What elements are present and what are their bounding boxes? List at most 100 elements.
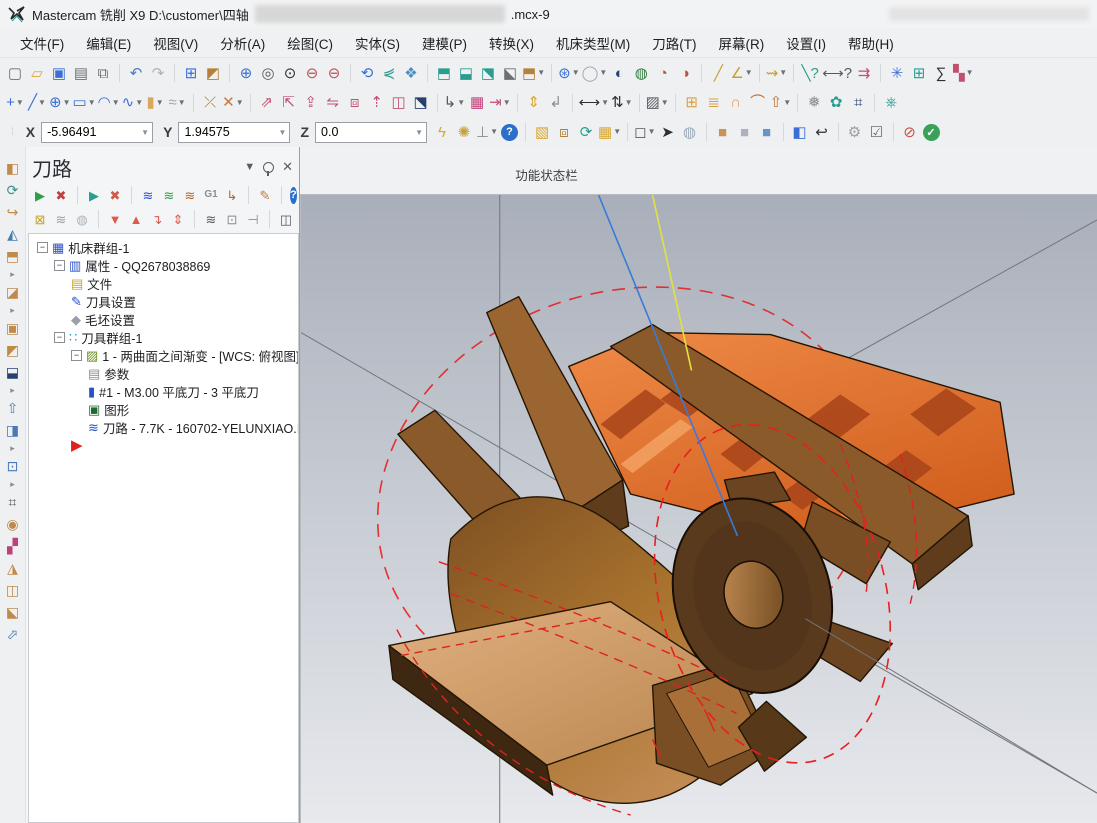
leader-icon[interactable]: ↲	[546, 92, 566, 114]
tree-machine-group[interactable]: −▦机床群组-1	[33, 238, 298, 256]
shade-on-icon[interactable]: ◍	[631, 62, 651, 84]
verify-select-icon[interactable]: ☑	[867, 121, 887, 143]
create-fillet-icon[interactable]: ◠▼	[98, 92, 120, 114]
select-solids-icon[interactable]: ◍	[680, 121, 700, 143]
flip-select-icon[interactable]: ◧	[790, 121, 810, 143]
create-point-icon[interactable]: +▼	[5, 92, 25, 114]
select-rotate-icon[interactable]: ⟳	[576, 121, 596, 143]
menu-item-3[interactable]: 视图(V)	[143, 30, 208, 56]
export-cube-icon[interactable]: ⬀	[7, 625, 19, 643]
shade-translucent-icon[interactable]: ◑	[675, 62, 695, 84]
xform-dynamic-icon[interactable]: ⇡	[367, 92, 387, 114]
analyze-dynamic-icon[interactable]: ⇝▼	[766, 62, 788, 84]
trim-icon[interactable]: ⤫	[200, 92, 220, 114]
pan-icon[interactable]: ❖	[401, 62, 421, 84]
tree-properties[interactable]: −▥属性 - QQ2678038869	[33, 256, 298, 274]
undo-icon[interactable]: ↶	[126, 62, 146, 84]
dropdown-arrow-icon[interactable]: ▼	[783, 99, 791, 107]
solid-back-icon[interactable]: ■	[757, 121, 777, 143]
flip-arrow-icon[interactable]: ↪	[7, 203, 19, 221]
surface-swept-icon[interactable]: ⌒	[748, 92, 768, 114]
zoom-target-icon[interactable]: ⊙	[280, 62, 300, 84]
more-arrow-icon[interactable]: ▸	[10, 305, 15, 315]
xform-copy-icon[interactable]: ⇱	[279, 92, 299, 114]
prev-select-icon[interactable]: ↩	[812, 121, 832, 143]
regen-dirty-icon[interactable]: ✖	[106, 185, 124, 205]
stock-cube-icon[interactable]: ◩	[6, 341, 19, 359]
panel-close-icon[interactable]: ✕	[282, 159, 293, 175]
dropdown-arrow-icon[interactable]: ▼	[648, 128, 656, 136]
machine-sim-icon[interactable]: ❅	[804, 92, 824, 114]
analyze-angle-icon[interactable]: ∠▼	[730, 62, 752, 84]
backplot-icon[interactable]: ≋	[139, 185, 157, 205]
solid-extrude-icon[interactable]: ⇧▼	[770, 92, 792, 114]
tree-expander-icon[interactable]: −	[37, 242, 48, 253]
create-spline-icon[interactable]: ∿▼	[122, 92, 144, 114]
menu-item-5[interactable]: 绘图(C)	[277, 30, 343, 56]
dropdown-arrow-icon[interactable]: ▼	[613, 128, 621, 136]
redo-icon[interactable]: ↷	[148, 62, 168, 84]
z-dropdown-icon[interactable]: ▼	[412, 123, 426, 142]
iso-view-icon[interactable]: ⬒	[434, 62, 454, 84]
dropdown-arrow-icon[interactable]: ▼	[537, 69, 545, 77]
tree-expander-icon[interactable]: −	[54, 332, 65, 343]
insert-position-marker[interactable]: ▶	[33, 436, 298, 454]
front-view-icon[interactable]: ⬓	[456, 62, 476, 84]
dropdown-arrow-icon[interactable]: ▼	[135, 99, 143, 107]
tree-parameters[interactable]: ▤参数	[33, 364, 298, 382]
menu-item-12[interactable]: 设置(I)	[776, 30, 836, 56]
zoom-window-icon[interactable]: ◎	[258, 62, 278, 84]
menu-item-13[interactable]: 帮助(H)	[838, 30, 904, 56]
y-coordinate-input[interactable]	[178, 122, 290, 143]
tree-stock-setup[interactable]: ◆毛坯设置	[33, 310, 298, 328]
create-cylinder-icon[interactable]: ▮▼	[145, 92, 165, 114]
lift-cube-icon[interactable]: ⇧	[7, 399, 19, 417]
analyze-position-icon[interactable]: ╲?	[800, 62, 820, 84]
select-path-icon[interactable]: ≋	[202, 209, 220, 229]
surface-flat-icon[interactable]: ≣	[704, 92, 724, 114]
help-icon[interactable]: ?	[501, 124, 518, 141]
rotate-cube-icon[interactable]: ⟳	[7, 181, 19, 199]
planes-icon[interactable]: ◯▼	[582, 62, 608, 84]
pan-cube-icon[interactable]: ◭	[7, 225, 18, 243]
xform-mirror-icon[interactable]: ⇋	[323, 92, 343, 114]
select-range-icon[interactable]: ▦▼	[598, 121, 621, 143]
note-cube-icon[interactable]: ◪	[6, 283, 19, 301]
create-line-icon[interactable]: ╱▼	[27, 92, 47, 114]
dropdown-arrow-icon[interactable]: ▼	[745, 69, 753, 77]
xform-translate-icon[interactable]: ⇗	[257, 92, 277, 114]
note-icon[interactable]: ⇕	[524, 92, 544, 114]
dropdown-arrow-icon[interactable]: ▼	[661, 99, 669, 107]
analyze-entity-icon[interactable]: ╱	[708, 62, 728, 84]
dim-horizontal-icon[interactable]: ⟷▼	[579, 92, 609, 114]
confirm-icon[interactable]: ✓	[923, 124, 940, 141]
chain-options-icon[interactable]: ↳▼	[444, 92, 466, 114]
more-arrow-icon[interactable]: ▸	[10, 443, 15, 453]
dropdown-arrow-icon[interactable]: ▼	[112, 99, 120, 107]
create-surface-icon[interactable]: ≈▼	[167, 92, 187, 114]
menu-item-7[interactable]: 建模(P)	[412, 30, 477, 56]
select-cursor-icon[interactable]: ➤	[658, 121, 678, 143]
post-out-icon[interactable]: ↳	[223, 185, 241, 205]
dropdown-arrow-icon[interactable]: ▼	[966, 69, 974, 77]
ghost-icon[interactable]: ◍	[73, 209, 91, 229]
x-dropdown-icon[interactable]: ▼	[138, 123, 152, 142]
save-file-icon[interactable]: ▣	[49, 62, 69, 84]
regen-icon[interactable]: ✳	[887, 62, 907, 84]
repaint-icon[interactable]: ◩	[203, 62, 223, 84]
tool-cube-icon[interactable]: ⬕	[6, 603, 19, 621]
regen-selected-icon[interactable]: ▶	[85, 185, 103, 205]
surface-net-icon[interactable]: ⊞	[682, 92, 702, 114]
y-dropdown-icon[interactable]: ▼	[275, 123, 289, 142]
dropdown-arrow-icon[interactable]: ▼	[490, 128, 498, 136]
dropdown-arrow-icon[interactable]: ▼	[625, 99, 633, 107]
zoom-out-icon[interactable]: ⊖	[302, 62, 322, 84]
menu-item-8[interactable]: 转换(X)	[479, 30, 544, 56]
dropdown-arrow-icon[interactable]: ▼	[599, 69, 607, 77]
axis-cube-icon[interactable]: ◫	[6, 581, 19, 599]
wire-cube-icon[interactable]: ⌗	[848, 92, 868, 114]
tree-geometry[interactable]: ▣图形	[33, 400, 298, 418]
dropdown-arrow-icon[interactable]: ▼	[16, 99, 24, 107]
interrupt-icon[interactable]: ⊘	[900, 121, 920, 143]
lock-icon[interactable]: ⊠	[31, 209, 49, 229]
